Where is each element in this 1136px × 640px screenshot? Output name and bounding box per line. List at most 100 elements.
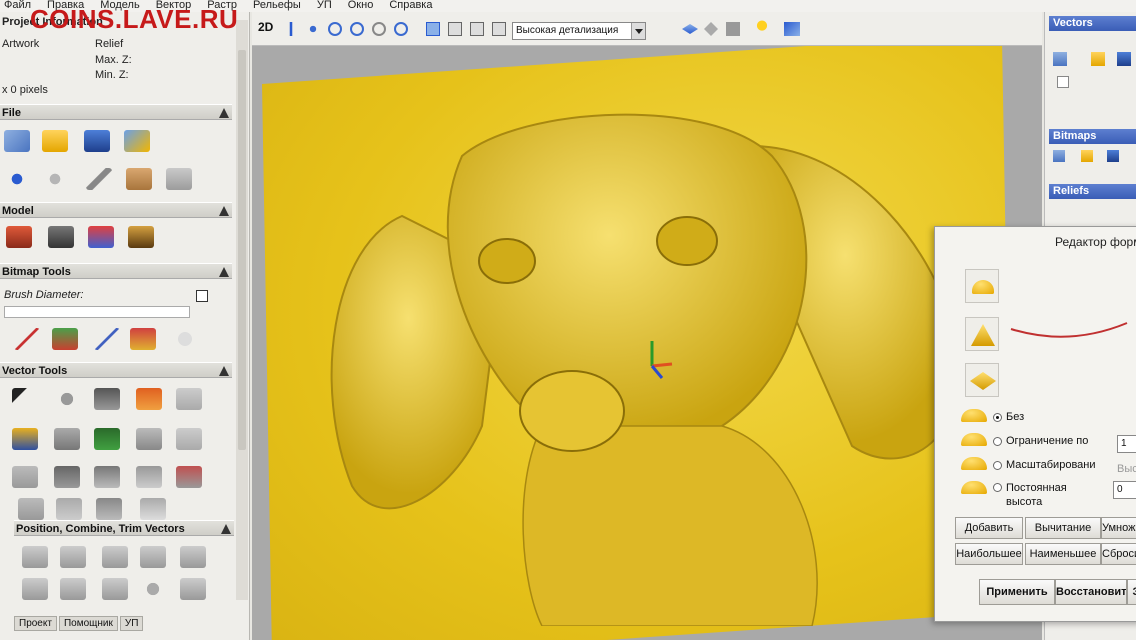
render-quality-select[interactable]: Высокая детализация (512, 22, 646, 40)
palette-icon[interactable] (130, 328, 156, 350)
front-view-icon[interactable] (448, 22, 462, 36)
open-vector-icon[interactable] (1091, 52, 1105, 66)
menu-help[interactable]: Справка (389, 0, 432, 12)
zoom-out-icon[interactable] (350, 22, 364, 36)
option-constant-height[interactable]: Постоянная высота (993, 481, 1086, 509)
figure-icon[interactable] (96, 498, 122, 520)
radio-none[interactable] (993, 412, 1002, 422)
limit-value-field[interactable]: 1 (1117, 435, 1136, 453)
highest-button[interactable]: Наибольшее (955, 543, 1023, 565)
pencil-icon[interactable] (14, 328, 40, 350)
model-lights-icon[interactable] (88, 226, 114, 248)
material-icon[interactable] (726, 22, 740, 36)
eraser-icon[interactable] (172, 328, 198, 350)
center-icon[interactable] (22, 578, 48, 600)
zoom-window-icon[interactable] (394, 22, 408, 36)
menu-window[interactable]: Окно (348, 0, 374, 12)
radio-constant-height[interactable] (993, 483, 1002, 492)
menu-toolpaths[interactable]: УП (317, 0, 332, 12)
radio-scale[interactable] (993, 460, 1002, 470)
align-center-icon[interactable] (60, 546, 86, 568)
paste-icon[interactable] (166, 168, 192, 190)
new-vector-icon[interactable] (1053, 52, 1067, 66)
collapse-icon[interactable] (219, 206, 229, 216)
nesting-icon[interactable] (180, 578, 206, 600)
cut-icon[interactable] (86, 168, 112, 190)
align-top-icon[interactable] (102, 546, 128, 568)
text-tool-icon[interactable] (136, 388, 162, 410)
close-icon[interactable] (196, 290, 208, 302)
model-image-icon[interactable] (48, 226, 74, 248)
brush-diameter-field[interactable] (4, 306, 190, 318)
lightbulb-icon[interactable] (756, 20, 768, 36)
close-button[interactable]: З (1127, 579, 1136, 605)
model-picture-icon[interactable] (128, 226, 154, 248)
2d-view-button[interactable]: 2D (258, 20, 273, 34)
reset-button[interactable]: Восстановить (1055, 579, 1127, 605)
save-icon[interactable] (84, 130, 110, 152)
new-bitmap-icon[interactable] (1053, 150, 1065, 162)
center-page-icon[interactable] (60, 578, 86, 600)
new-file-icon[interactable] (4, 130, 30, 152)
fill-icon[interactable] (52, 328, 78, 350)
curve-icon[interactable] (56, 498, 82, 520)
align-left-icon[interactable] (22, 546, 48, 568)
open-bitmap-icon[interactable] (1081, 150, 1093, 162)
wireframe-icon[interactable] (704, 22, 718, 36)
move-icon[interactable] (306, 22, 320, 36)
open-folder-icon[interactable] (42, 130, 68, 152)
pan-icon[interactable] (284, 22, 298, 36)
option-none[interactable]: Без (993, 411, 1024, 423)
zoom-fit-icon[interactable] (372, 22, 386, 36)
zoom-in-icon[interactable] (328, 22, 342, 36)
vector-color-icon[interactable] (12, 428, 38, 450)
3d-view[interactable] (252, 46, 1042, 640)
menu-reliefs[interactable]: Рельефы (253, 0, 301, 12)
position-panel-header[interactable]: Position, Combine, Trim Vectors (14, 520, 234, 536)
lowest-button[interactable]: Наименьшее (1025, 543, 1101, 565)
file-panel-header[interactable]: File (0, 104, 232, 120)
side-view-icon[interactable] (470, 22, 484, 36)
circle-align-icon[interactable] (140, 578, 166, 600)
offset-icon[interactable] (54, 466, 80, 488)
iso-view-icon[interactable] (426, 22, 440, 36)
dots-icon[interactable] (176, 428, 202, 450)
model-panel-header[interactable]: Model (0, 202, 232, 218)
top-view-icon[interactable] (492, 22, 506, 36)
toolpath-view-icon[interactable] (784, 22, 800, 36)
save-vector-icon[interactable] (1117, 52, 1131, 66)
option-scale[interactable]: Масштабировани (993, 459, 1096, 471)
radio-limit[interactable] (993, 436, 1002, 446)
select-arrow-icon[interactable] (12, 388, 38, 410)
collapse-icon[interactable] (221, 524, 231, 534)
height-value-field[interactable]: 0 (1113, 481, 1136, 499)
save-bitmap-icon[interactable] (1107, 150, 1119, 162)
box-icon[interactable] (18, 498, 44, 520)
import-icon[interactable] (124, 130, 150, 152)
apply-button[interactable]: Применить (979, 579, 1055, 605)
bitmap-to-vector-icon[interactable] (94, 428, 120, 450)
collapse-icon[interactable] (219, 108, 229, 118)
align-right-icon[interactable] (180, 546, 206, 568)
bitmap-tools-header[interactable]: Bitmap Tools (0, 263, 232, 279)
reliefs-header[interactable]: Reliefs (1049, 184, 1136, 199)
wave-icon[interactable] (12, 466, 38, 488)
scrollbar-thumb[interactable] (238, 50, 246, 450)
round-shape-button[interactable] (965, 269, 999, 303)
line-icon[interactable] (136, 466, 162, 488)
cut-vector-icon[interactable] (176, 466, 202, 488)
frame-icon[interactable] (136, 428, 162, 450)
shape-tool-icon[interactable] (176, 388, 202, 410)
transform-icon[interactable] (54, 388, 80, 410)
vector-layer-checkbox[interactable] (1057, 76, 1069, 88)
collapse-icon[interactable] (219, 267, 229, 277)
copy-icon[interactable] (126, 168, 152, 190)
redo-icon[interactable] (42, 168, 68, 190)
vectors-header[interactable]: Vectors (1049, 16, 1136, 31)
left-panel-scrollbar[interactable] (236, 20, 248, 600)
bitmaps-header[interactable]: Bitmaps (1049, 129, 1136, 144)
tab-toolpaths[interactable]: УП (119, 616, 144, 631)
undo-icon[interactable] (4, 168, 30, 190)
model-size-icon[interactable] (6, 226, 32, 248)
angular-shape-button[interactable] (965, 317, 999, 351)
